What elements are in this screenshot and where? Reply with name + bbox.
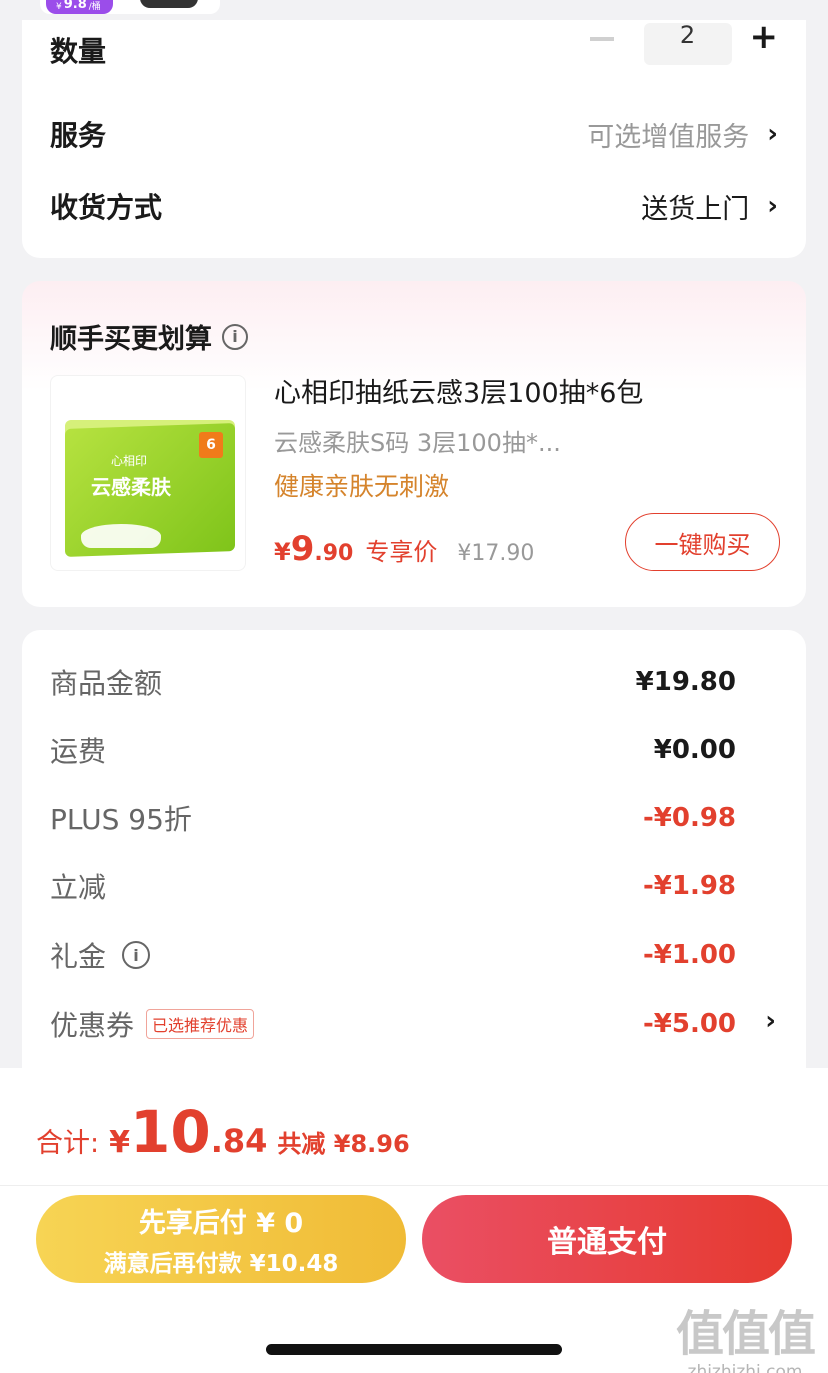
top-price-prefix: ¥ — [56, 2, 62, 12]
summary-row-gift-money: 礼金 i -¥1.00 — [50, 935, 736, 975]
quantity-row: 数量 2 + — [50, 17, 778, 70]
order-options-card: 数量 2 + 服务 可选增值服务 › 收货方式 送货上门 › — [22, 17, 806, 258]
price-dec: .90 — [314, 541, 354, 566]
quantity-stepper: 2 + — [589, 17, 778, 65]
summary-label: 优惠券 — [50, 1009, 135, 1042]
product-spec[interactable]: 云感柔肤S码 3层100抽*... — [274, 423, 561, 458]
top-price-unit: /桶 — [88, 2, 101, 12]
top-product-thumb — [140, 0, 198, 8]
total-yen: ¥ — [109, 1125, 130, 1160]
delivery-row[interactable]: 收货方式 送货上门 › — [50, 184, 778, 228]
normal-pay-button[interactable]: 普通支付 — [422, 1195, 792, 1283]
tissue-sheet — [81, 524, 161, 548]
quantity-input[interactable]: 2 — [643, 23, 732, 65]
upsell-card: 顺手买更划算 i 心相印 云感柔肤 6 心相印抽纸云感3层100抽*6包 云感柔… — [22, 281, 806, 607]
watermark-logo: 值值值 — [676, 1306, 816, 1362]
chevron-right-icon[interactable]: › — [765, 1006, 776, 1036]
summary-label: 礼金 — [50, 940, 107, 973]
summary-label: 立减 — [50, 871, 107, 904]
chevron-right-icon: › — [767, 191, 778, 221]
package-count-badge: 6 — [199, 432, 223, 458]
product-image[interactable]: 心相印 云感柔肤 6 — [50, 375, 246, 571]
total-int: 10 — [129, 1098, 211, 1166]
service-label: 服务 — [50, 119, 107, 152]
summary-row-shipping: 运费 ¥0.00 — [50, 730, 736, 770]
top-price-tag: ¥9.8/桶 — [46, 0, 113, 14]
home-indicator[interactable] — [266, 1344, 562, 1355]
summary-value: -¥0.98 — [642, 803, 736, 833]
recommended-coupon-badge: 已选推荐优惠 — [146, 1009, 255, 1039]
order-total: 合计: ¥ 10 .84 共减 ¥8.96 — [36, 1098, 410, 1166]
service-value: 可选增值服务 — [587, 121, 750, 153]
summary-row-instant-discount: 立减 -¥1.98 — [50, 866, 736, 906]
chevron-right-icon: › — [767, 119, 778, 149]
info-icon[interactable]: i — [122, 941, 151, 969]
plus-icon[interactable]: + — [750, 17, 779, 57]
checkout-bar: 合计: ¥ 10 .84 共减 ¥8.96 先享后付 ¥ 0 满意后再付款 ¥1… — [0, 1068, 828, 1373]
pay-later-title: 先享后付 ¥ 0 — [138, 1207, 304, 1239]
summary-row-coupon[interactable]: 优惠券 已选推荐优惠 -¥5.00 — [50, 1004, 736, 1044]
package-brand: 心相印 — [111, 454, 148, 468]
watermark: 值值值 zhizhizhi.com — [676, 1294, 816, 1373]
delivery-label: 收货方式 — [50, 191, 163, 224]
exclusive-price-label: 专享价 — [365, 538, 438, 566]
total-dec: .84 — [210, 1122, 268, 1160]
original-price: ¥17.90 — [457, 541, 535, 566]
summary-value: ¥19.80 — [635, 667, 736, 697]
delivery-value: 送货上门 — [641, 193, 750, 225]
summary-value: -¥1.00 — [642, 940, 736, 970]
summary-label: PLUS 95折 — [50, 803, 192, 836]
summary-label: 商品金额 — [50, 667, 163, 700]
divider — [0, 1185, 828, 1186]
product-price: ¥ 9 .90 专享价 ¥17.90 — [274, 529, 534, 569]
pay-later-button[interactable]: 先享后付 ¥ 0 满意后再付款 ¥10.48 — [36, 1195, 406, 1283]
summary-row-plus-discount: PLUS 95折 -¥0.98 — [50, 798, 736, 838]
pay-later-subtitle: 满意后再付款 ¥10.48 — [103, 1250, 339, 1277]
product-tagline: 健康亲肤无刺激 — [274, 472, 450, 501]
package-name: 云感柔肤 — [91, 475, 171, 499]
price-summary-card: 商品金额 ¥19.80 运费 ¥0.00 PLUS 95折 -¥0.98 立减 … — [22, 630, 806, 1090]
summary-value: -¥1.98 — [642, 871, 736, 901]
minus-icon[interactable] — [589, 37, 614, 41]
top-price: 9.8 — [63, 0, 87, 12]
price-yen: ¥ — [274, 538, 291, 566]
quantity-label: 数量 — [50, 35, 107, 68]
service-row[interactable]: 服务 可选增值服务 › — [50, 112, 778, 156]
summary-row-subtotal: 商品金额 ¥19.80 — [50, 662, 736, 702]
summary-value: -¥5.00 — [642, 1009, 736, 1039]
product-title[interactable]: 心相印抽纸云感3层100抽*6包 — [274, 371, 643, 410]
summary-value: ¥0.00 — [653, 735, 736, 765]
one-click-buy-button[interactable]: 一键购买 — [625, 513, 780, 571]
total-label: 合计: — [36, 1128, 100, 1159]
upsell-title: 顺手买更划算 i — [50, 317, 248, 356]
watermark-url: zhizhizhi.com — [687, 1362, 803, 1373]
price-int: 9 — [290, 529, 315, 569]
info-icon[interactable]: i — [222, 323, 248, 350]
total-saved: 共减 ¥8.96 — [277, 1130, 410, 1158]
summary-label: 运费 — [50, 735, 107, 768]
upsell-title-text: 顺手买更划算 — [50, 324, 212, 355]
